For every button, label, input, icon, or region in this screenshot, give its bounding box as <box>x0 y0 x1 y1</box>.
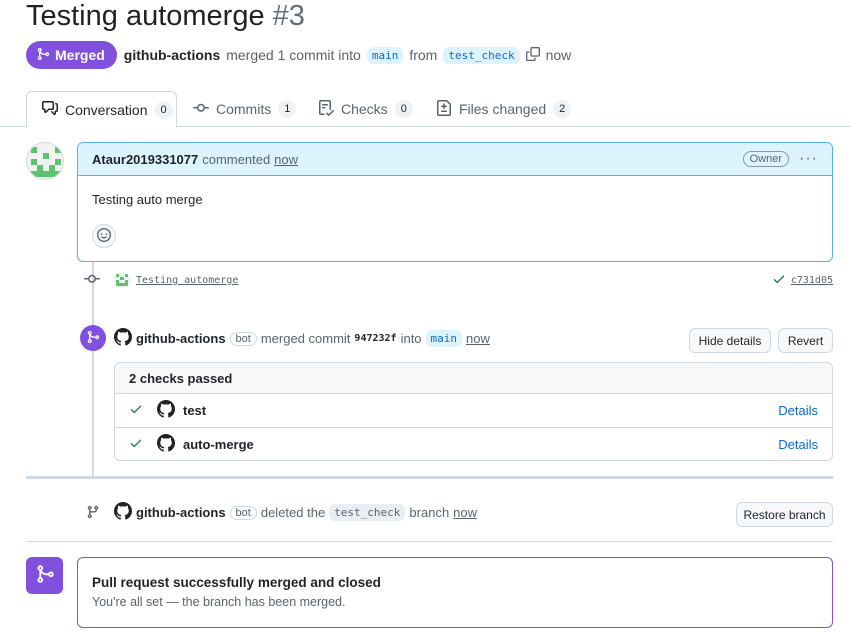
tab-commits[interactable]: Commits 1 <box>193 91 297 127</box>
merge-commit-sha-link[interactable]: 947232f <box>354 333 396 344</box>
deleted-branch-ref: test_check <box>329 504 406 521</box>
commit-sha-link[interactable]: c731d05 <box>791 275 833 286</box>
pr-title: Testing automerge #3 <box>26 0 305 33</box>
head-branch-ref[interactable]: test_check <box>443 46 520 64</box>
avatar[interactable] <box>26 142 64 180</box>
tab-conversation-count: 0 <box>154 100 173 119</box>
checks-summary: 2 checks passed <box>115 363 832 394</box>
github-logo-icon[interactable] <box>114 328 132 349</box>
tab-checks[interactable]: Checks 0 <box>318 91 413 127</box>
merge-time-link[interactable]: now <box>466 331 490 346</box>
check-details-link[interactable]: Details <box>778 437 818 452</box>
tab-files-changed-count: 2 <box>553 100 572 118</box>
branch-deleted-event-text: github-actions bot deleted the test_chec… <box>114 502 477 523</box>
github-logo-icon[interactable] <box>114 502 132 523</box>
bot-badge: bot <box>229 331 257 346</box>
kebab-menu-icon[interactable]: ··· <box>799 150 818 168</box>
tab-files-changed-label: Files changed <box>459 101 547 117</box>
tab-files-changed[interactable]: Files changed 2 <box>436 91 572 127</box>
copy-icon[interactable] <box>525 46 540 64</box>
comment-action: commented <box>202 151 271 167</box>
merge-event-text: github-actions bot merged commit 947232f… <box>114 328 490 349</box>
timeline-divider <box>26 476 833 479</box>
comment-author-link[interactable]: Ataur2019331077 <box>92 152 198 167</box>
checks-box: 2 checks passed test Details auto-merge … <box>114 362 833 461</box>
commit-message-link[interactable]: Testing automerge <box>136 275 238 286</box>
comment-time-link[interactable]: now <box>274 152 298 167</box>
comment-body: Testing auto merge <box>92 192 203 207</box>
git-merge-icon <box>35 564 55 587</box>
git-commit-icon <box>84 271 100 290</box>
tab-commits-label: Commits <box>216 101 272 117</box>
merge-actor-link[interactable]: github-actions <box>136 331 226 346</box>
delete-time-link[interactable]: now <box>453 505 477 520</box>
git-branch-icon <box>86 505 100 522</box>
merged-state-badge: Merged <box>26 41 117 69</box>
pr-time: now <box>545 47 572 63</box>
add-reaction-button[interactable] <box>92 224 116 248</box>
check-row-auto-merge: auto-merge Details <box>115 427 832 460</box>
bot-badge: bot <box>229 505 257 520</box>
branch-event-badge <box>80 500 106 526</box>
pr-number: #3 <box>272 0 305 32</box>
comment-header: Ataur2019331077 commented now Owner ··· <box>78 143 832 176</box>
delete-action-text: deleted the <box>260 505 326 520</box>
check-details-link[interactable]: Details <box>778 403 818 418</box>
pr-tabs: Conversation 0 Commits 1 Checks 0 Files … <box>0 91 851 128</box>
merged-status-title: Pull request successfully merged and clo… <box>92 575 381 590</box>
git-merge-icon <box>86 330 100 347</box>
timeline-end-divider <box>26 541 833 542</box>
git-commit-icon <box>193 100 209 119</box>
tab-checks-count: 0 <box>394 100 413 118</box>
revert-button[interactable]: Revert <box>778 328 833 353</box>
checklist-icon <box>318 99 335 119</box>
comment-box: Ataur2019331077 commented now Owner ··· … <box>77 142 833 262</box>
hide-details-button[interactable]: Hide details <box>689 328 771 353</box>
check-name: test <box>183 403 207 418</box>
pr-merged-text: merged 1 commit into <box>226 47 361 63</box>
check-icon <box>129 436 143 453</box>
merge-into-text: into <box>400 331 422 346</box>
commit-author-avatar[interactable] <box>114 272 130 288</box>
git-merge-icon <box>36 47 50 64</box>
owner-badge: Owner <box>742 151 790 167</box>
pr-title-text: Testing automerge <box>26 0 265 32</box>
tab-conversation[interactable]: Conversation 0 <box>26 91 177 128</box>
base-branch-ref[interactable]: main <box>366 46 404 64</box>
merged-status-icon-box <box>26 557 63 594</box>
tab-checks-label: Checks <box>341 101 388 117</box>
merge-action-text: merged commit <box>260 331 351 346</box>
check-icon <box>129 402 143 419</box>
tab-conversation-label: Conversation <box>65 101 148 118</box>
merged-status-box: Pull request successfully merged and clo… <box>77 557 833 628</box>
pr-from-text: from <box>409 47 438 63</box>
merged-status-subtitle: You're all set — the branch has been mer… <box>92 595 346 609</box>
pr-author-link[interactable]: github-actions <box>124 47 220 63</box>
pr-meta: Merged github-actions merged 1 commit in… <box>26 41 571 69</box>
check-name: auto-merge <box>183 436 254 452</box>
delete-suffix-text: branch <box>409 505 450 520</box>
commit-row: Testing automerge c731d05 <box>84 270 833 290</box>
tab-commits-count: 1 <box>278 100 297 118</box>
restore-branch-button[interactable]: Restore branch <box>736 502 833 527</box>
file-diff-icon <box>436 99 452 119</box>
check-icon[interactable] <box>772 272 786 289</box>
commit-status: c731d05 <box>772 272 833 289</box>
comment-discussion-icon <box>42 100 58 119</box>
check-row-test: test Details <box>115 394 832 427</box>
merge-event-badge <box>80 325 106 351</box>
github-logo-icon <box>157 400 175 421</box>
timeline-line <box>92 262 94 476</box>
merge-target-branch-ref[interactable]: main <box>425 330 463 347</box>
github-logo-icon <box>157 433 175 455</box>
delete-actor-link[interactable]: github-actions <box>136 505 226 520</box>
smiley-icon <box>97 227 111 245</box>
merged-state-label: Merged <box>55 47 105 63</box>
